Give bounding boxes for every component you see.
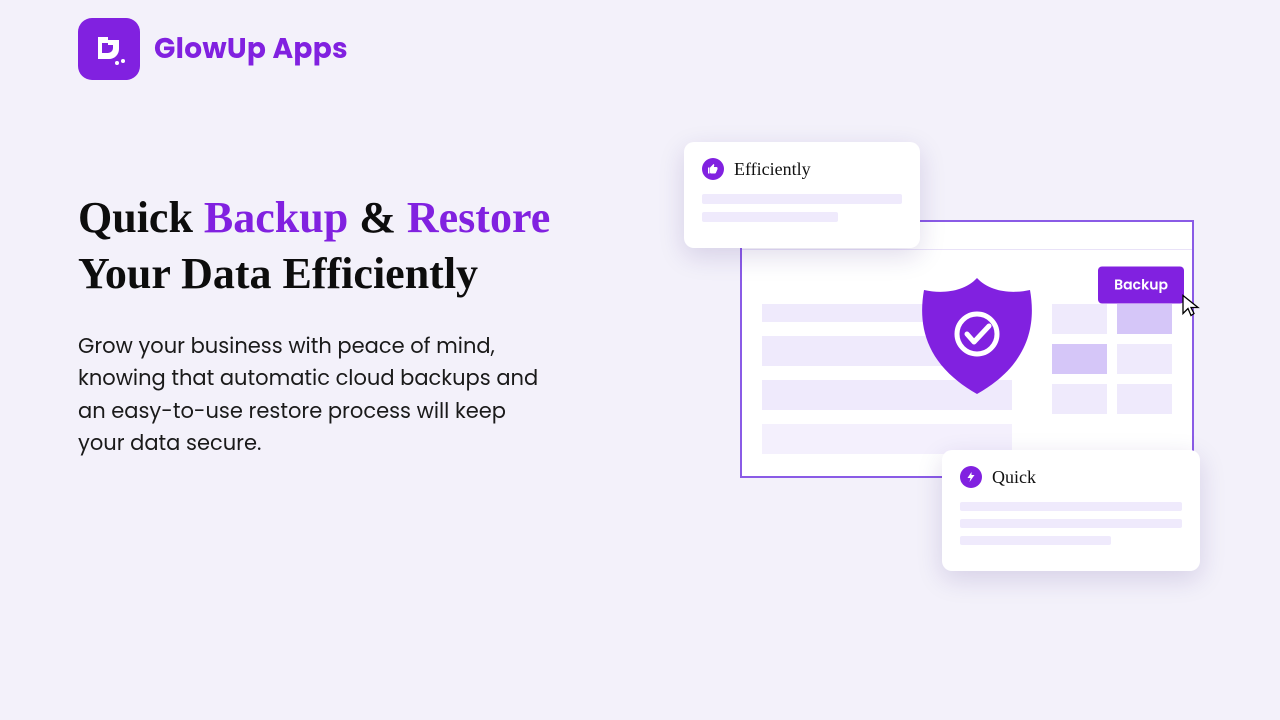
placeholder-line <box>960 536 1111 545</box>
placeholder-line <box>702 212 838 222</box>
placeholder-cell <box>1117 384 1172 414</box>
brand-name: GlowUp Apps <box>154 28 348 70</box>
hero-title-accent: Backup <box>204 193 348 242</box>
placeholder-cell <box>1052 304 1107 334</box>
placeholder-line <box>702 194 902 204</box>
hero-text: Quick Backup & Restore Your Data Efficie… <box>78 190 608 461</box>
placeholder-cell <box>1052 384 1107 414</box>
float-card-efficiently: Efficiently <box>684 142 920 248</box>
hero-subtitle: Grow your business with peace of mind, k… <box>78 331 548 461</box>
hero-title-segment: & <box>348 193 407 242</box>
glowup-logo-icon <box>87 27 131 71</box>
illustration: Backup Efficiently <box>660 130 1260 670</box>
hero-title-segment: Quick <box>78 193 204 242</box>
panel-col-right <box>1052 304 1172 458</box>
thumbs-up-icon <box>702 158 724 180</box>
placeholder-cell <box>1052 344 1107 374</box>
placeholder-line <box>960 502 1182 511</box>
backup-button[interactable]: Backup <box>1098 267 1184 304</box>
float-card-title: Quick <box>992 467 1036 488</box>
hero-title: Quick Backup & Restore Your Data Efficie… <box>78 190 608 303</box>
float-card-title: Efficiently <box>734 159 811 180</box>
shield-icon <box>912 272 1042 402</box>
hero-title-accent: Restore <box>407 193 550 242</box>
placeholder-cell <box>1117 304 1172 334</box>
placeholder-grid <box>1052 304 1172 414</box>
float-card-quick: Quick <box>942 450 1200 571</box>
cursor-icon <box>1180 294 1204 318</box>
hero-title-segment: Your Data Efficiently <box>78 249 478 298</box>
placeholder-cell <box>1117 344 1172 374</box>
bolt-icon <box>960 466 982 488</box>
brand-logo <box>78 18 140 80</box>
brand: GlowUp Apps <box>78 18 348 80</box>
placeholder-line <box>960 519 1182 528</box>
backup-button-wrap: Backup <box>1098 267 1184 304</box>
